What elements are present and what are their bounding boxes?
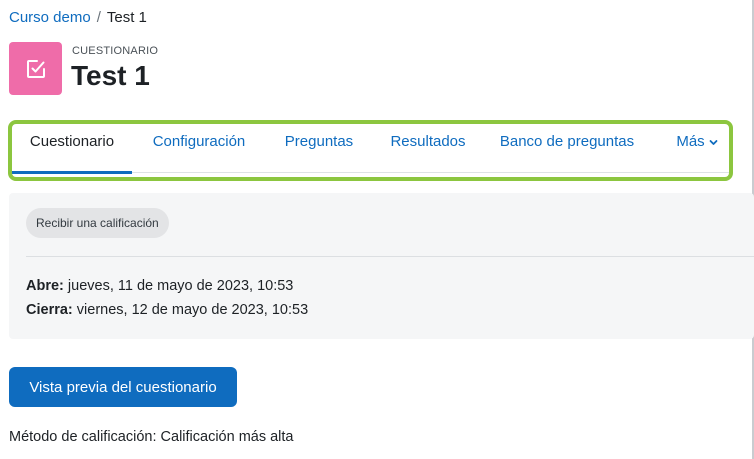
breadcrumb-current: Test 1 bbox=[106, 9, 147, 26]
quiz-activity-icon bbox=[9, 42, 62, 95]
page-title: Test 1 bbox=[71, 60, 150, 91]
tabs-highlight-frame bbox=[8, 120, 733, 181]
breadcrumb-course-link[interactable]: Curso demo bbox=[9, 9, 91, 26]
close-date: Cierra: viernes, 12 de mayo de 2023, 10:… bbox=[26, 302, 308, 318]
breadcrumb-separator: / bbox=[96, 9, 101, 26]
open-date-label: Abre: bbox=[26, 278, 64, 294]
quiz-preview-button[interactable]: Vista previa del cuestionario bbox=[9, 367, 237, 407]
completion-badge: Recibir una calificación bbox=[26, 208, 169, 238]
grading-method-text: Método de calificación: Calificación más… bbox=[9, 429, 294, 445]
open-date: Abre: jueves, 11 de mayo de 2023, 10:53 bbox=[26, 278, 293, 294]
activity-dates-panel: Recibir una calificación Abre: jueves, 1… bbox=[9, 193, 754, 339]
activity-type-label: CUESTIONARIO bbox=[72, 45, 159, 57]
open-date-value: jueves, 11 de mayo de 2023, 10:53 bbox=[63, 278, 294, 294]
checkbox-icon bbox=[26, 59, 45, 78]
close-date-value: viernes, 12 de mayo de 2023, 10:53 bbox=[72, 302, 309, 318]
breadcrumb: Curso demo / Test 1 bbox=[9, 9, 147, 26]
close-date-label: Cierra: bbox=[26, 302, 73, 318]
panel-divider bbox=[26, 256, 754, 257]
